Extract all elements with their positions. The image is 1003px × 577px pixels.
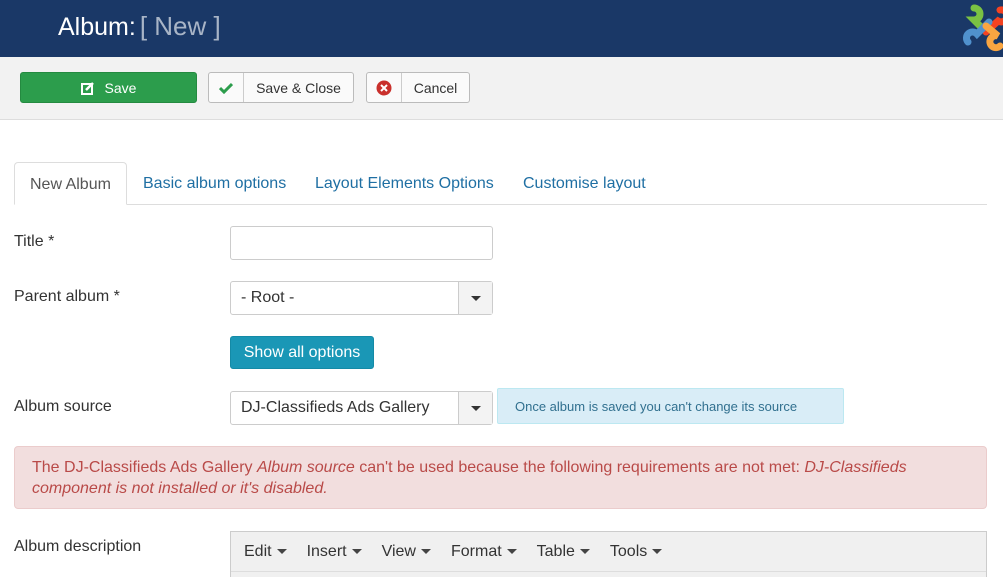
- title-label: Title *: [14, 233, 55, 250]
- chevron-down-icon: [351, 549, 362, 554]
- editor-menu-edit-label: Edit: [244, 542, 272, 560]
- editor-menu-insert[interactable]: Insert: [297, 543, 372, 561]
- tab-layout-elements-options[interactable]: Layout Elements Options: [300, 162, 509, 205]
- description-editor: Edit Insert View Format Table Tools: [230, 531, 987, 577]
- requirements-alert: The DJ-Classifieds Ads Gallery Album sou…: [14, 446, 987, 509]
- tab-basic-album-options[interactable]: Basic album options: [128, 162, 301, 205]
- editor-menu-view-label: View: [381, 542, 416, 560]
- page-header: Album:[ New ]: [0, 0, 1003, 57]
- editor-menu-table-label: Table: [536, 542, 575, 560]
- editor-menu-format[interactable]: Format: [441, 543, 527, 561]
- chevron-down-icon: [420, 549, 431, 554]
- cancel-circle-icon: [367, 73, 402, 102]
- chevron-down-icon[interactable]: [458, 392, 492, 424]
- save-close-button[interactable]: Save & Close: [208, 72, 354, 103]
- save-button-label: Save: [104, 79, 137, 96]
- editor-menu-tools-label: Tools: [609, 542, 648, 560]
- page-title-subtitle: [ New ]: [139, 11, 221, 41]
- parent-album-select[interactable]: - Root -: [230, 281, 493, 315]
- editor-menu-insert-label: Insert: [306, 542, 347, 560]
- alert-text-3: can't be used because the following requ…: [354, 459, 805, 476]
- chevron-down-icon: [276, 549, 287, 554]
- show-all-options-button[interactable]: Show all options: [230, 336, 374, 369]
- album-source-select[interactable]: DJ-Classifieds Ads Gallery: [230, 391, 493, 425]
- page-title: Album:[ New ]: [58, 11, 221, 42]
- editor-menu-edit[interactable]: Edit: [234, 543, 297, 561]
- tab-customise-layout[interactable]: Customise layout: [508, 162, 661, 205]
- edit-icon: [80, 81, 94, 95]
- page-title-main: Album:: [58, 13, 136, 41]
- parent-album-label: Parent album *: [14, 288, 120, 305]
- album-description-label: Album description: [14, 538, 142, 555]
- toolbar: Save Save & Close Cancel: [0, 57, 1003, 120]
- joomla-logo-icon: [963, 4, 1003, 52]
- save-button[interactable]: Save: [20, 72, 197, 103]
- editor-menu-table[interactable]: Table: [527, 543, 600, 561]
- alert-text-1: The DJ-Classifieds Ads Gallery: [32, 459, 257, 476]
- chevron-down-icon: [652, 549, 663, 554]
- save-close-button-label: Save & Close: [256, 79, 341, 96]
- editor-menu-view[interactable]: View: [372, 543, 441, 561]
- cancel-button[interactable]: Cancel: [366, 72, 470, 103]
- title-input[interactable]: [230, 226, 493, 260]
- editor-menubar: Edit Insert View Format Table Tools: [231, 532, 986, 572]
- chevron-down-icon[interactable]: [458, 282, 492, 314]
- parent-album-value: - Root -: [241, 289, 295, 306]
- album-source-info: Once album is saved you can't change its…: [497, 388, 844, 424]
- cancel-button-label: Cancel: [413, 79, 458, 96]
- tab-bar: New Album Basic album options Layout Ele…: [14, 162, 987, 205]
- check-icon: [209, 73, 244, 102]
- album-source-value: DJ-Classifieds Ads Gallery: [241, 399, 430, 416]
- editor-menu-format-label: Format: [450, 542, 502, 560]
- chevron-down-icon: [506, 549, 517, 554]
- chevron-down-icon: [579, 549, 590, 554]
- album-source-label: Album source: [14, 398, 112, 415]
- tab-new-album[interactable]: New Album: [14, 162, 127, 205]
- editor-menu-tools[interactable]: Tools: [600, 543, 672, 561]
- alert-text-2: Album source: [256, 459, 355, 476]
